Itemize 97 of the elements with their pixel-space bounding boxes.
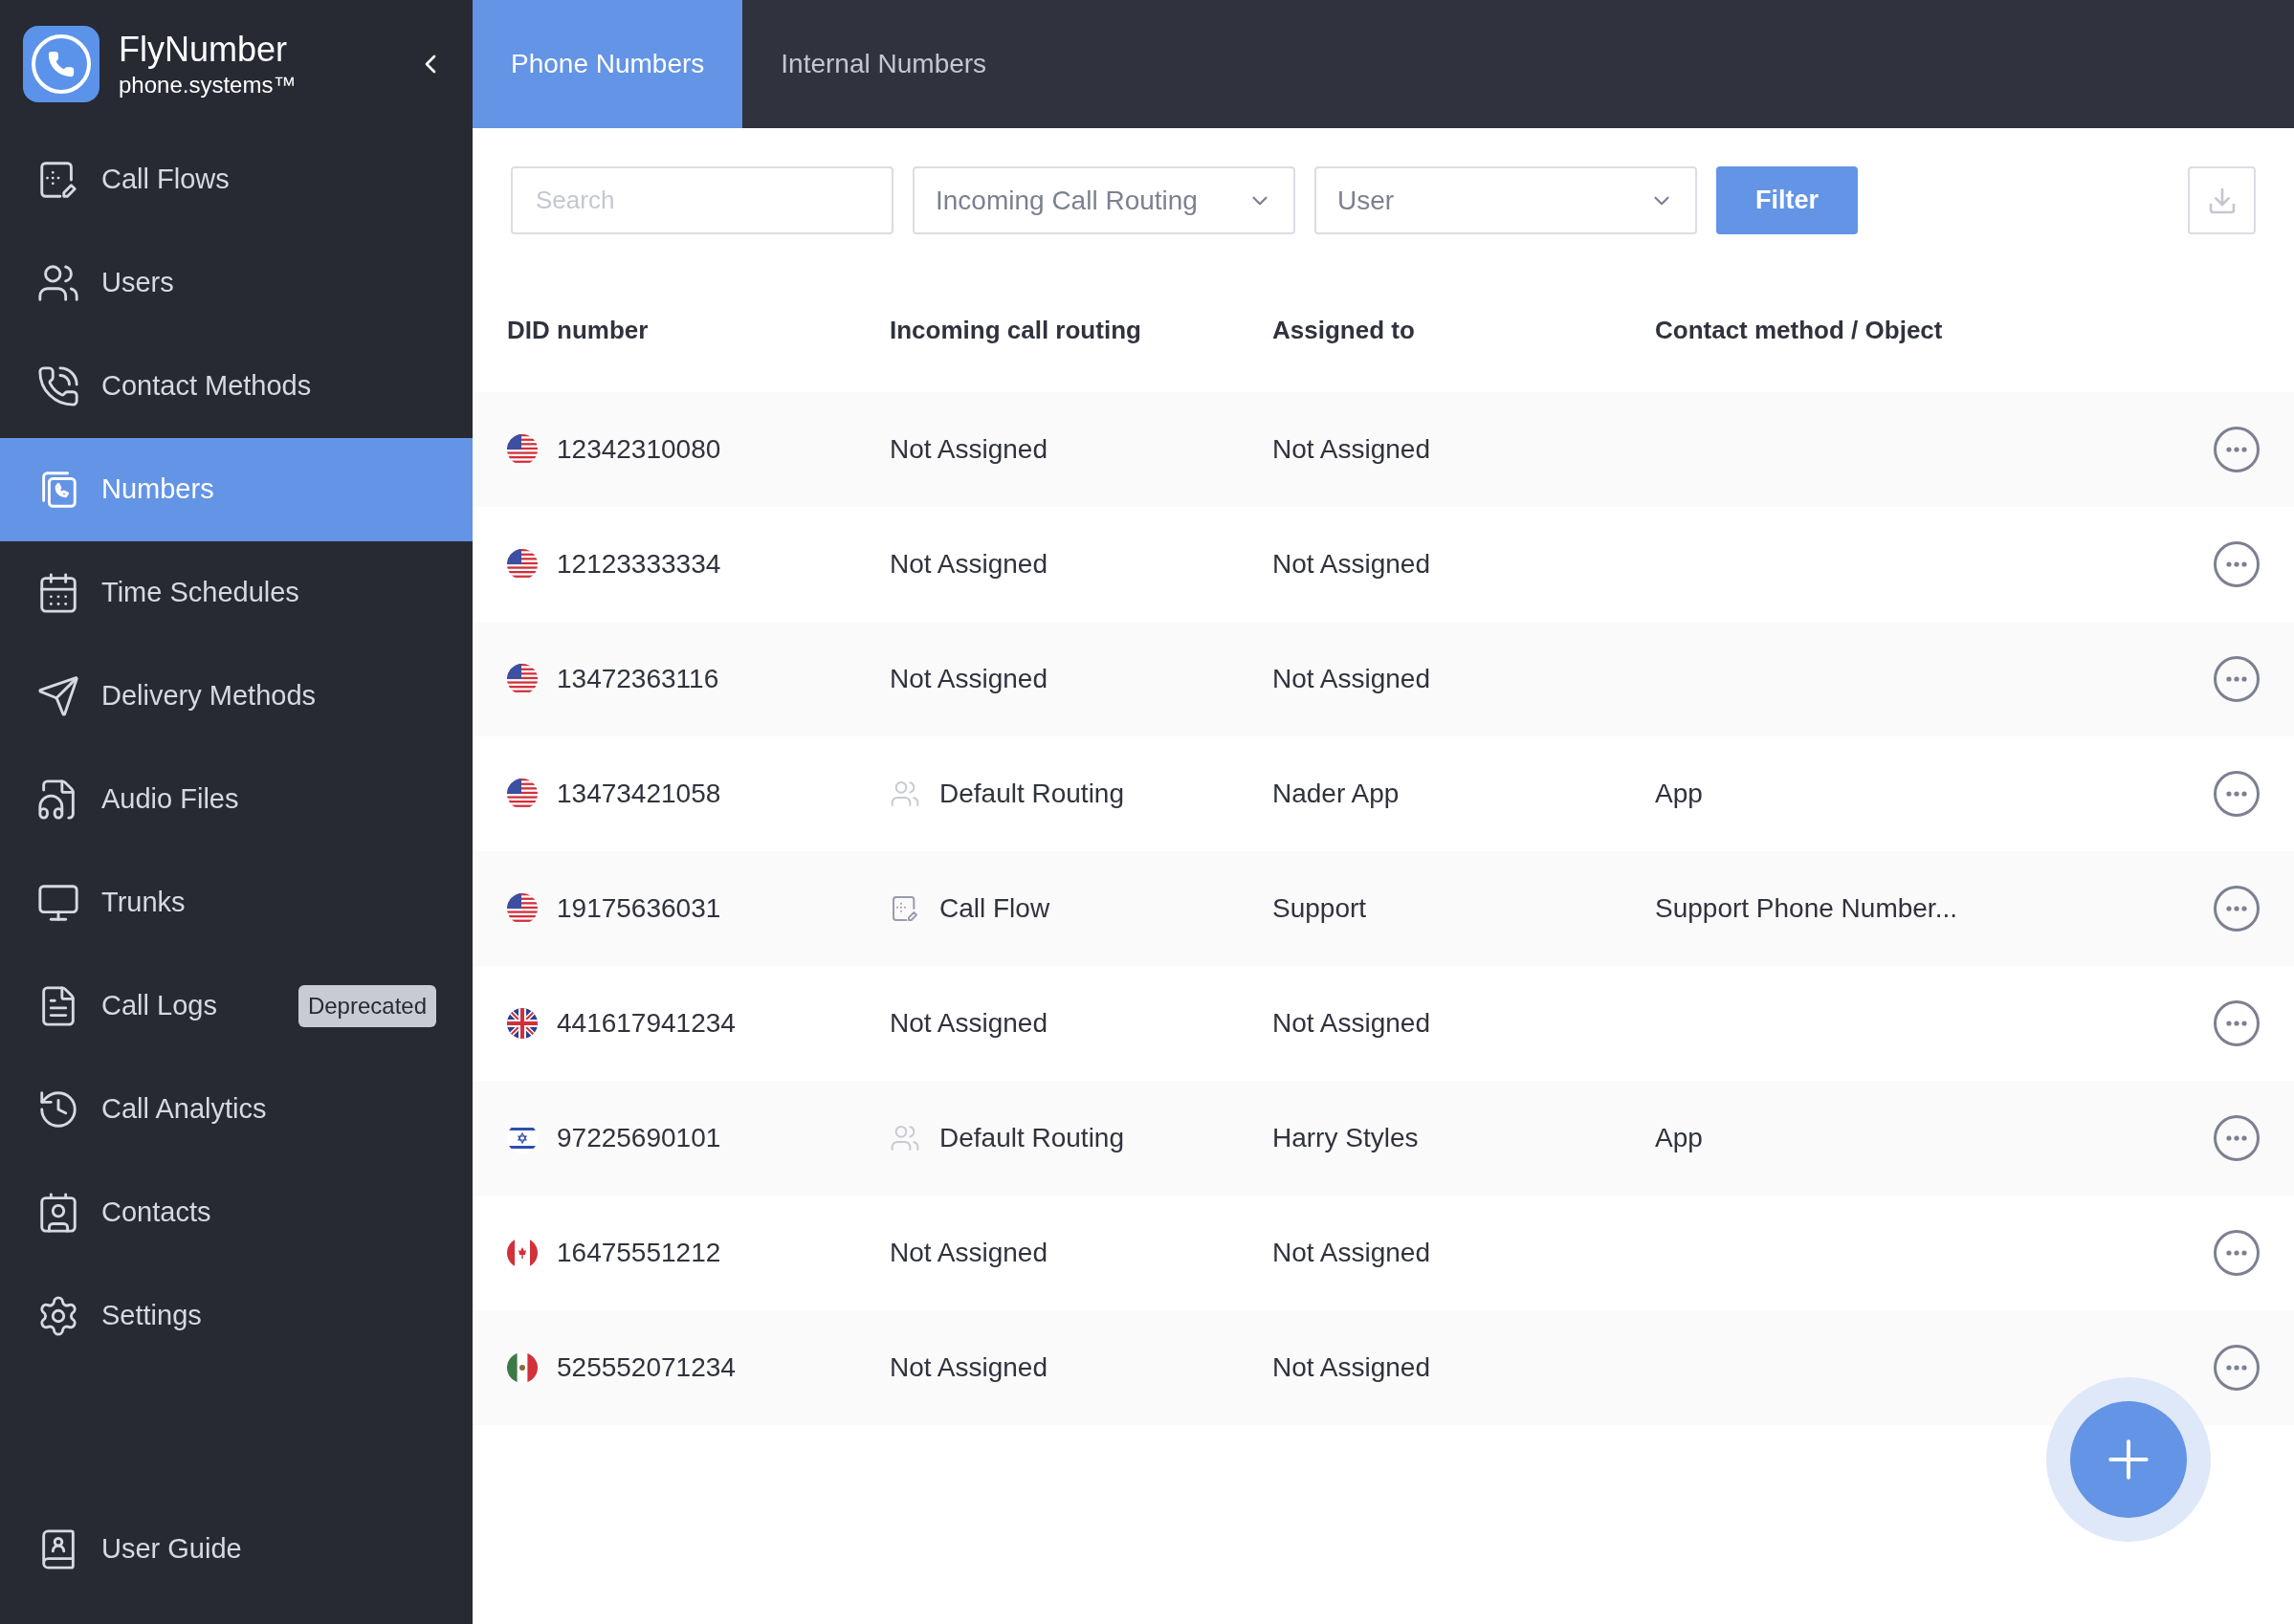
routing-cell-text: Not Assigned [890,548,1048,581]
did-number: 12342310080 [557,433,721,466]
routing-cell-text: Default Routing [939,1122,1124,1154]
assigned-cell-text: Not Assigned [1272,1237,1431,1269]
us-flag-icon [507,434,538,465]
sidebar-item-label: Users [101,266,175,300]
more-options-button[interactable] [2214,771,2260,817]
routing-cell-text: Not Assigned [890,1007,1048,1040]
did-number: 13472363116 [557,663,719,695]
routing-cell-text: Not Assigned [890,1351,1048,1384]
sidebar-item-label: Trunks [101,886,187,920]
contact-method-cell: App [1655,779,1703,808]
assigned-cell-text: Nader App [1272,778,1401,810]
ellipsis-icon [2226,561,2247,567]
routing-cell-text: Not Assigned [890,433,1048,466]
column-header: Contact method / Object [1655,315,1944,346]
contact-method-cell: App [1655,1123,1703,1152]
sidebar-item-label: Call Flows [101,163,231,197]
us-flag-icon [507,549,538,580]
us-flag-icon [507,893,538,924]
us-flag-icon [507,779,538,809]
column-header: DID number [507,315,650,346]
sidebar-item[interactable]: Call Analytics [0,1058,473,1161]
assigned-cell-text: Not Assigned [1272,433,1431,466]
sidebar-item[interactable]: Contact Methods [0,335,473,438]
assigned-cell-text: Support [1272,892,1368,925]
assigned-cell-text: Not Assigned [1272,663,1431,695]
did-number: 12123333334 [557,548,721,581]
user-dropdown[interactable]: User [1314,166,1697,234]
sidebar-item-label: Settings [101,1299,203,1333]
uk-flag-icon [507,1008,538,1039]
more-options-button[interactable] [2214,1230,2260,1276]
sidebar-item[interactable]: User Guide [0,1498,473,1601]
ellipsis-icon [2226,1250,2247,1256]
sidebar-item-label: Call Analytics [101,1092,268,1127]
did-number: 525552071234 [557,1351,736,1384]
assigned-cell-text: Not Assigned [1272,1007,1431,1040]
routing-cell-text: Not Assigned [890,663,1048,695]
sidebar-item-label: Audio Files [101,782,240,817]
routing-cell-text: Call Flow [939,892,1050,925]
sidebar-item[interactable]: Users [0,231,473,335]
ellipsis-icon [2226,791,2247,797]
did-number: 19175636031 [557,892,721,925]
sidebar-item[interactable]: Call Flows [0,128,473,231]
search-field[interactable]: Search [511,166,893,234]
more-options-button[interactable] [2214,1345,2260,1391]
column-header: Incoming call routing [890,315,1142,346]
ellipsis-icon [2226,676,2247,682]
sidebar-item[interactable]: Settings [0,1264,473,1368]
assigned-cell-text: Not Assigned [1272,548,1431,581]
tab[interactable]: Internal Numbers [742,0,1026,128]
more-options-button[interactable] [2214,886,2260,932]
did-number: 16475551212 [557,1237,721,1269]
ellipsis-icon [2226,447,2247,452]
more-options-button[interactable] [2214,541,2260,587]
ellipsis-icon [2226,1020,2247,1026]
more-options-button[interactable] [2214,427,2260,472]
routing-cell-text: Not Assigned [890,1237,1048,1269]
did-number: 97225690101 [557,1122,721,1154]
sidebar-item[interactable]: Trunks [0,851,473,955]
column-header: Assigned to [1272,315,1416,346]
did-number: 13473421058 [557,778,721,810]
routing-cell-text: Default Routing [939,778,1124,810]
sidebar-item-label: Contacts [101,1196,212,1230]
sidebar-item[interactable]: Delivery Methods [0,645,473,748]
sidebar-item[interactable]: Audio Files [0,748,473,851]
users-icon [890,779,920,809]
dotted-square-pen-icon [890,893,920,924]
ellipsis-icon [2226,1135,2247,1141]
canada-flag-icon [507,1238,538,1268]
sidebar-item[interactable]: Contacts [0,1161,473,1264]
mexico-flag-icon [507,1352,538,1383]
sidebar-item-label: Time Schedules [101,576,300,610]
us-flag-icon [507,664,538,694]
ellipsis-icon [2226,1365,2247,1371]
routing-dropdown[interactable]: Incoming Call Routing [913,166,1295,234]
sidebar-item-label: Numbers [101,472,215,507]
brand-name: FlyNumber [119,29,289,71]
sidebar-item[interactable]: Time Schedules [0,541,473,645]
paper-plane-icon [36,674,80,718]
sidebar-item-label: Delivery Methods [101,679,318,713]
sidebar-item[interactable]: Call Logs Deprecated [0,955,473,1058]
sidebar-item-label: User Guide [101,1532,242,1567]
sidebar-item-label: Call Logs [101,989,218,1023]
users-icon [890,1123,920,1153]
deprecated-badge: Deprecated [298,985,436,1027]
more-options-button[interactable] [2214,1115,2260,1161]
contact-method-cell: Support Phone Number... [1655,893,1957,923]
ellipsis-icon [2226,906,2247,911]
sidebar-item-label: Contact Methods [101,369,313,404]
did-number: 441617941234 [557,1007,736,1040]
assigned-cell-text: Harry Styles [1272,1122,1420,1154]
brand-tagline: phone.systems™ [119,71,298,99]
more-options-button[interactable] [2214,656,2260,702]
assigned-cell-text: Not Assigned [1272,1351,1431,1384]
more-options-button[interactable] [2214,1000,2260,1046]
phone-logo-icon [23,26,99,102]
